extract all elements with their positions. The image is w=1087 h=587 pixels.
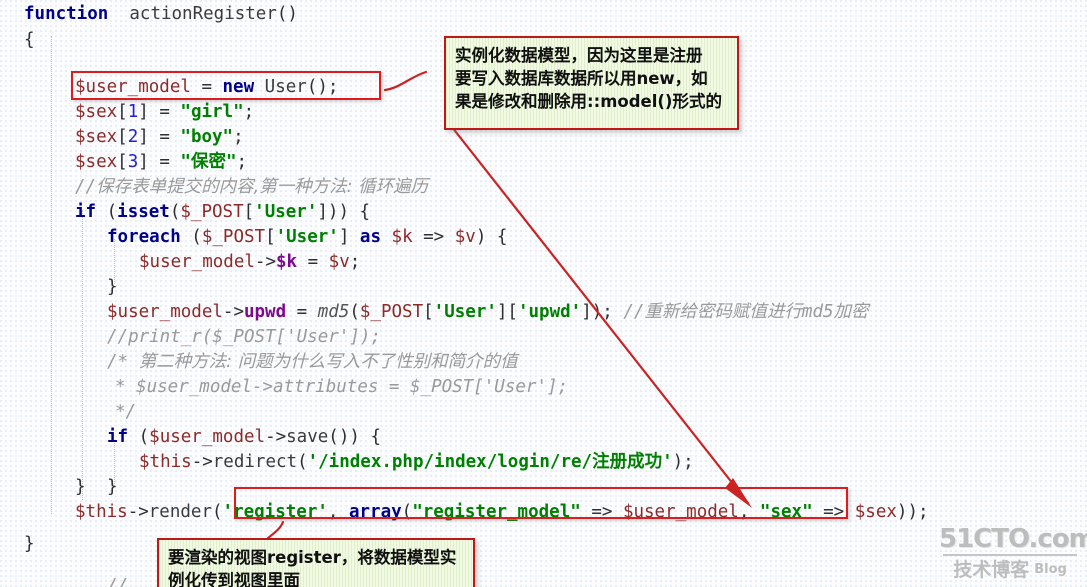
watermark: 51CTO.com 技术博客 Blog [939,524,1087,581]
highlight-box-new-user [71,71,381,100]
annotation-note-instantiate-model: 实例化数据模型，因为这里是注册 要写入数据库数据所以用new，如 果是修改和删除… [444,36,739,130]
code-line-1: function actionRegister() [24,4,298,24]
indent-guide [82,210,84,500]
screenshot-root: function actionRegister() { $user_model … [0,0,1087,587]
watermark-blog-label: Blog [1034,562,1067,577]
watermark-divider [943,554,1077,556]
watermark-site: 51CTO.com [939,524,1087,554]
highlight-box-render-args [234,487,848,519]
watermark-tagline-text: 技术博客 [953,559,1030,581]
watermark-tagline: 技术博客 Blog [939,559,1081,581]
indent-guide [51,36,53,514]
annotation-note-render-view: 要渲染的视图register，将数据模型实 例化传到视图里面 [157,538,475,587]
